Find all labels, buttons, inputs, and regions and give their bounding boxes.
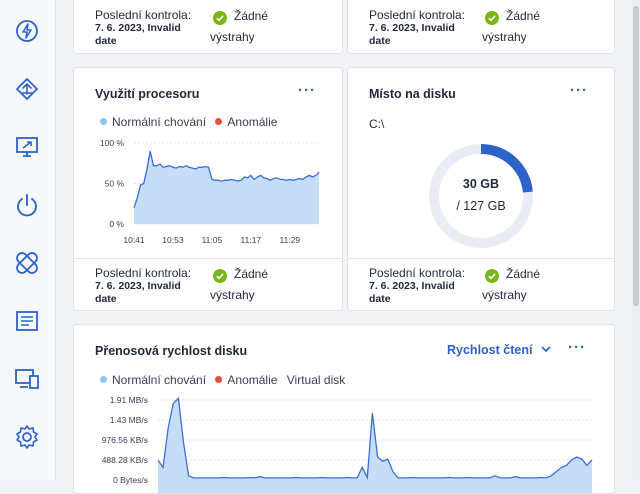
y-tick-label: 1.43 MB/s: [110, 415, 148, 425]
footer-divider: [74, 258, 342, 259]
status-text: Žádné výstrahy: [210, 9, 269, 44]
card-title: Místo na disku: [369, 87, 456, 101]
top-card-right: Poslední kontrola: 7. 6. 2023, Invalid d…: [347, 0, 615, 54]
sidebar: [0, 0, 56, 480]
more-options-button[interactable]: ···: [568, 339, 586, 356]
last-check: Poslední kontrola: 7. 6. 2023, Invalid d…: [369, 8, 479, 48]
devices-icon[interactable]: [12, 364, 42, 394]
power-icon[interactable]: [12, 190, 42, 220]
last-check-label: Poslední kontrola:: [369, 266, 466, 280]
anomaly-legend-dot: [215, 118, 223, 125]
y-tick-label: 50 %: [105, 179, 125, 189]
legend-anomaly: Anomálie: [227, 373, 278, 387]
drive-label: C:\: [369, 117, 385, 131]
network-icon[interactable]: [12, 74, 42, 104]
legend-normal: Normální chování: [112, 373, 207, 387]
last-check: Poslední kontrola: 7. 6. 2023, Invalid d…: [369, 266, 479, 306]
last-check: Poslední kontrola: 7. 6. 2023, Invalid d…: [95, 266, 205, 306]
disk-space-card: Místo na disku ··· C:\ 30 GB / 127 GB Po…: [347, 67, 615, 311]
cpu-chart: 100 % 50 % 0 % 10:41 10:53 11:05 11:17 11:29: [100, 138, 320, 245]
series-area: [134, 151, 319, 224]
chart-legend: Normální chování Anomálie: [100, 115, 277, 129]
last-check: Poslední kontrola: 7. 6. 2023, Invalid d…: [95, 8, 205, 48]
disk-used-value: 30 GB: [462, 177, 500, 191]
more-options-button[interactable]: ···: [298, 82, 316, 99]
normal-legend-dot: [100, 376, 107, 383]
y-tick-label: 976.56 KB/s: [102, 435, 148, 445]
disk-transfer-chart: 1.91 MB/s 1.43 MB/s 976.56 KB/s 488.28 KB/s…: [102, 395, 593, 493]
last-check-label: Poslední kontrola:: [95, 266, 192, 280]
x-tick-label: 11:17: [241, 235, 262, 245]
scrollbar[interactable]: [632, 0, 640, 480]
y-tick-label: 0 %: [109, 219, 124, 229]
read-speed-dropdown[interactable]: Rychlost čtení: [447, 343, 551, 357]
gear-icon[interactable]: [12, 422, 42, 452]
legend-anomaly: Anomálie: [227, 115, 278, 129]
last-check-date: 7. 6. 2023, Invalid date: [95, 280, 181, 305]
chart-legend: Normální chování Anomálie Virtual disk: [100, 373, 345, 387]
y-tick-label: 488.28 KB/s: [102, 455, 148, 465]
status-text: Žádné výstrahy: [210, 267, 269, 302]
y-tick-label: 0 Bytes/s: [113, 475, 148, 485]
lightning-icon[interactable]: [12, 16, 42, 46]
y-tick-label: 100 %: [100, 138, 125, 148]
series-area: [158, 398, 592, 493]
last-check-date: 7. 6. 2023, Invalid date: [369, 22, 455, 47]
patch-icon[interactable]: [12, 248, 42, 278]
normal-legend-dot: [100, 118, 107, 125]
status-text: Žádné výstrahy: [482, 9, 541, 44]
x-tick-label: 10:53: [162, 235, 184, 245]
disk-total-value: / 127 GB: [456, 199, 506, 213]
last-check-date: 7. 6. 2023, Invalid date: [369, 280, 455, 305]
chevron-down-icon: [541, 346, 551, 353]
x-tick-label: 11:29: [279, 235, 300, 245]
remote-desktop-icon[interactable]: [12, 132, 42, 162]
scrollbar-thumb[interactable]: [633, 6, 639, 306]
disk-transfer-card: Přenosová rychlost disku Rychlost čtení …: [73, 324, 615, 494]
card-title: Využití procesoru: [95, 87, 200, 101]
footer-divider: [348, 258, 614, 259]
report-icon[interactable]: [12, 306, 42, 336]
x-tick-label: 11:05: [202, 235, 223, 245]
top-card-left: Poslední kontrola: 7. 6. 2023, Invalid d…: [73, 0, 343, 54]
x-tick-label: 10:41: [123, 235, 145, 245]
status-text: Žádné výstrahy: [482, 267, 541, 302]
dropdown-label: Rychlost čtení: [447, 343, 533, 357]
legend-normal: Normální chování: [112, 115, 207, 129]
anomaly-legend-dot: [215, 376, 223, 383]
last-check-date: 7. 6. 2023, Invalid date: [95, 22, 181, 47]
y-tick-label: 1.91 MB/s: [110, 395, 148, 405]
card-title: Přenosová rychlost disku: [95, 344, 248, 358]
last-check-label: Poslední kontrola:: [95, 8, 192, 22]
cpu-usage-card: Využití procesoru ··· Normální chování A…: [73, 67, 343, 311]
more-options-button[interactable]: ···: [570, 82, 588, 99]
disk-usage-donut: [429, 144, 533, 248]
legend-series: Virtual disk: [286, 373, 346, 387]
last-check-label: Poslední kontrola:: [369, 8, 466, 22]
